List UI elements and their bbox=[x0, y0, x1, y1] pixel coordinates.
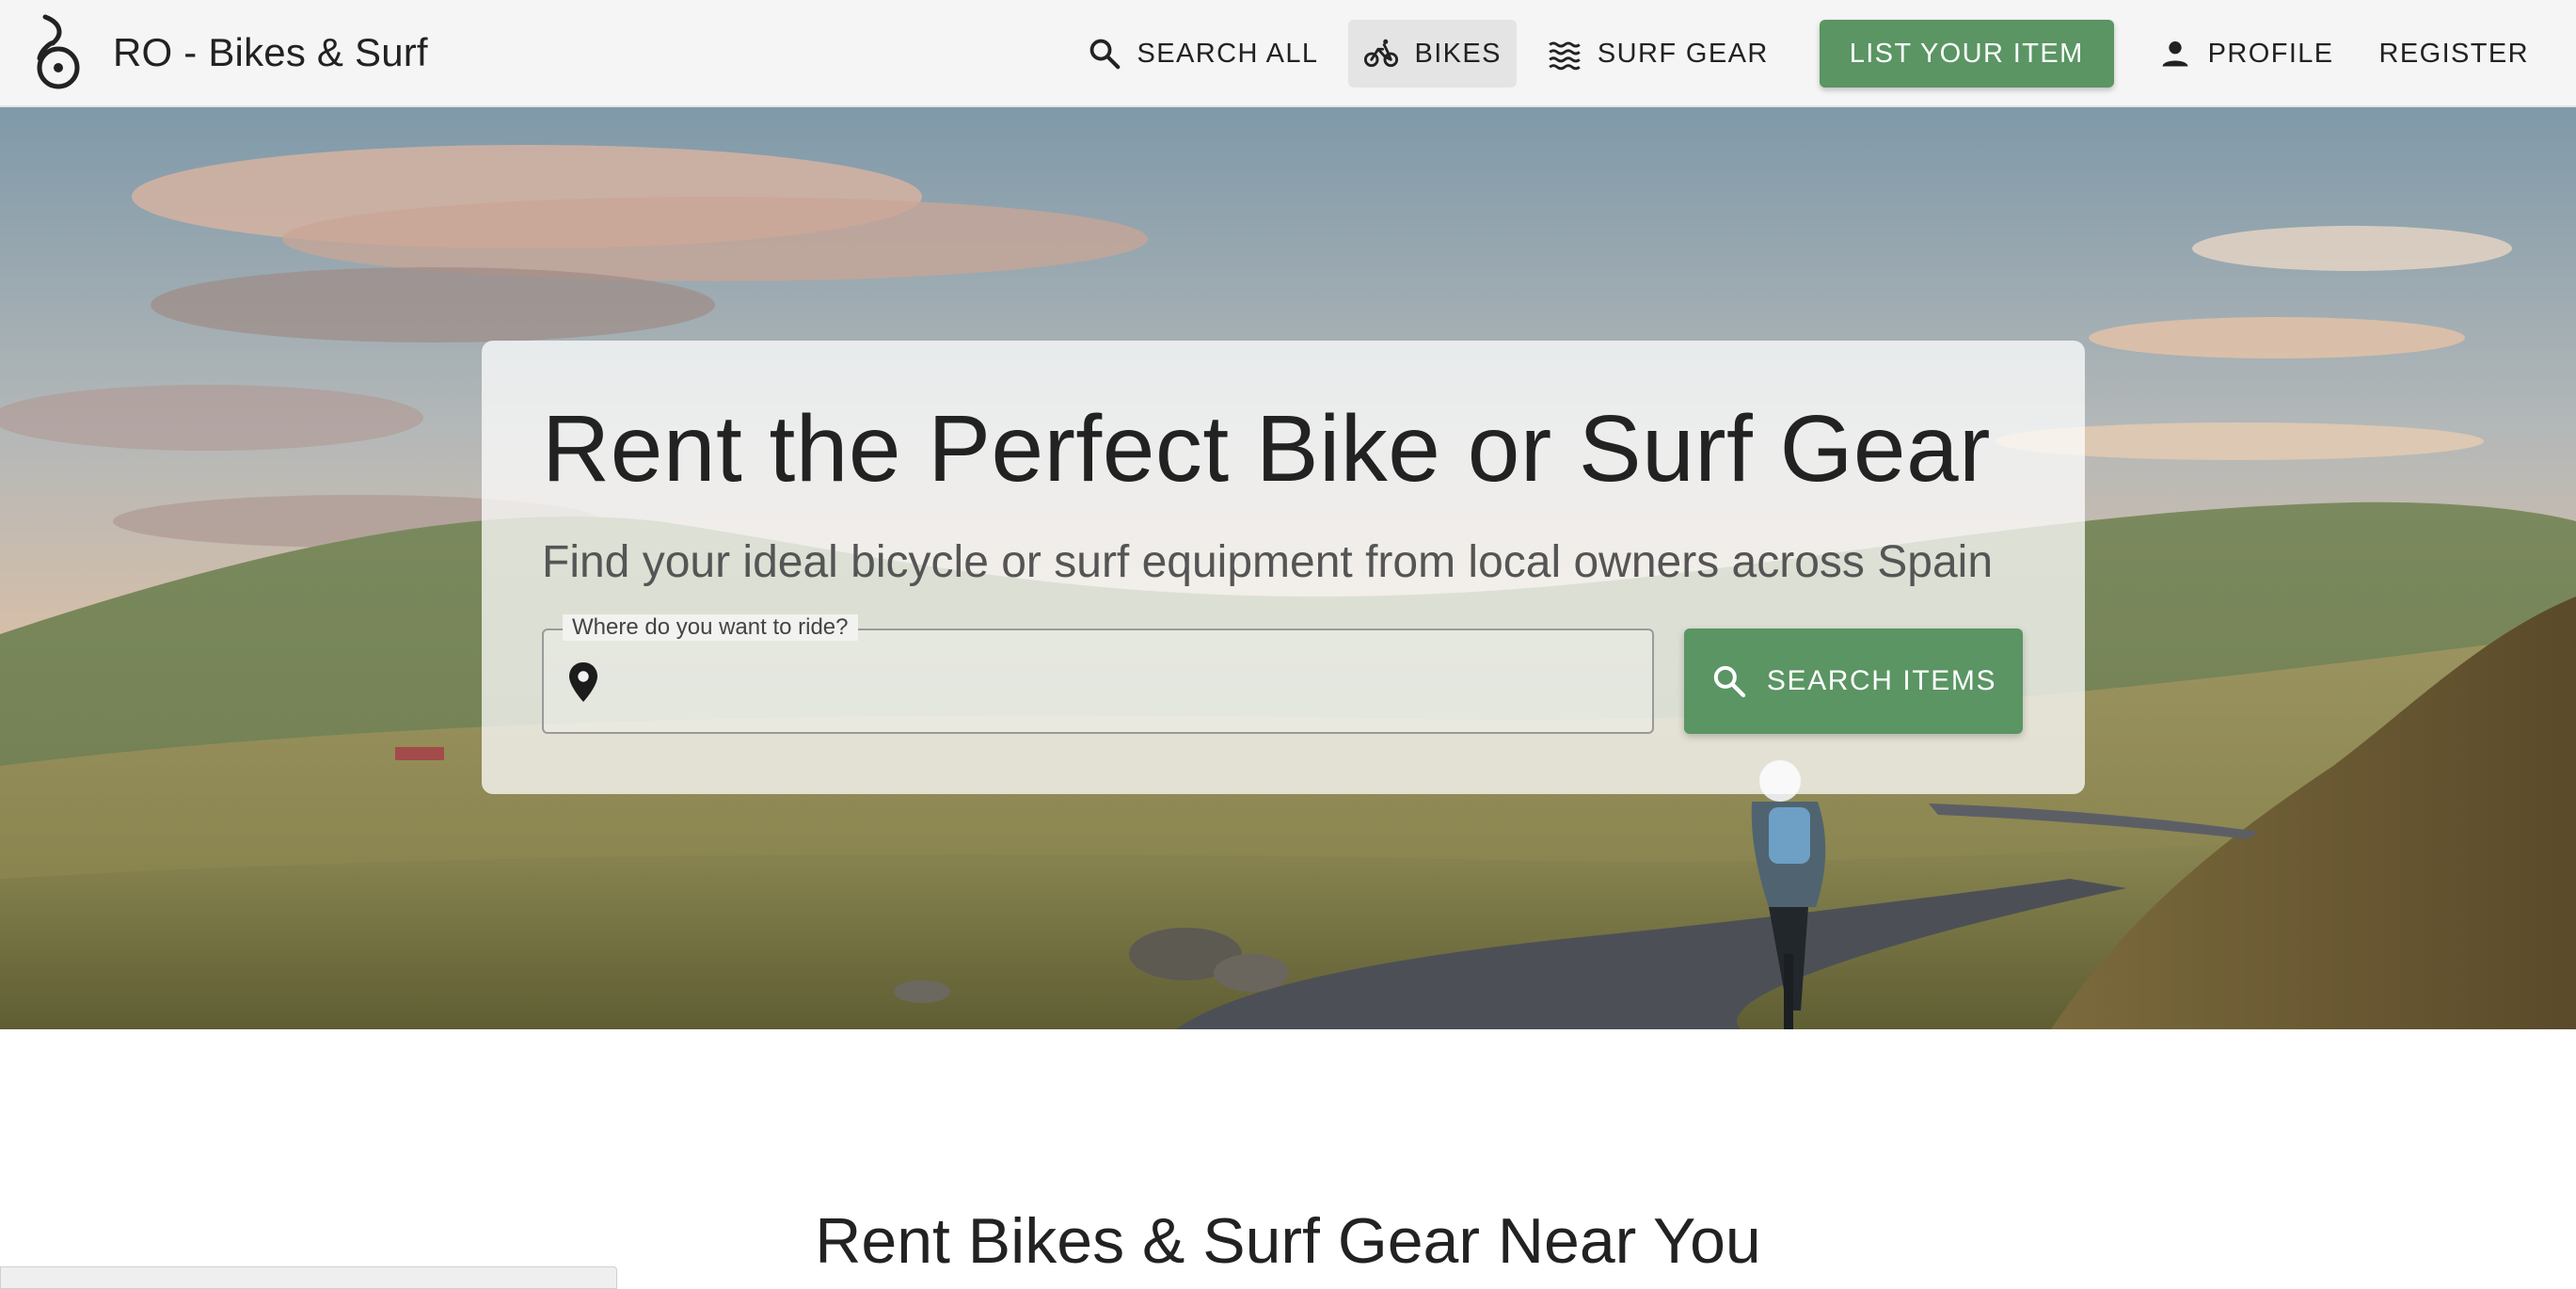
main-nav: Search All Bikes Surf Gear List Your Ite… bbox=[1064, 0, 2576, 107]
nav-profile-button[interactable]: Profile bbox=[2142, 20, 2349, 88]
nav-search-all-button[interactable]: Search All bbox=[1072, 20, 1334, 88]
search-items-label: Search Items bbox=[1766, 665, 1997, 696]
nav-register-button[interactable]: Register bbox=[2364, 20, 2544, 88]
nav-profile-label: Profile bbox=[2207, 38, 2334, 69]
hero-section: Rent the Perfect Bike or Surf Gear Find … bbox=[0, 107, 2576, 1029]
location-pin-icon bbox=[569, 662, 597, 702]
search-icon bbox=[1089, 39, 1120, 70]
search-icon bbox=[1713, 665, 1746, 698]
location-input[interactable] bbox=[623, 630, 1639, 732]
list-your-item-label: List Your Item bbox=[1849, 38, 2084, 69]
app-bar: RO - Bikes & Surf Search All Bikes bbox=[0, 0, 2576, 107]
waves-icon bbox=[1549, 41, 1581, 71]
nav-bikes-label: Bikes bbox=[1414, 38, 1502, 69]
browser-status-bar bbox=[0, 1266, 617, 1289]
nav-register-label: Register bbox=[2378, 38, 2529, 69]
bike-hook-logo-icon bbox=[37, 14, 80, 89]
list-your-item-button[interactable]: List Your Item bbox=[1819, 20, 2114, 88]
nav-search-all-label: Search All bbox=[1137, 38, 1319, 69]
person-icon bbox=[2162, 41, 2188, 67]
hero-title: Rent the Perfect Bike or Surf Gear bbox=[542, 396, 1991, 501]
bicycle-icon bbox=[1364, 39, 1399, 68]
search-items-button[interactable]: Search Items bbox=[1684, 629, 2023, 734]
location-field[interactable]: Where do you want to ride? bbox=[542, 614, 1654, 734]
brand-home-link[interactable]: RO - Bikes & Surf bbox=[32, 0, 428, 105]
hero-subtitle: Find your ideal bicycle or surf equipmen… bbox=[542, 537, 1994, 587]
app-title: RO - Bikes & Surf bbox=[113, 30, 428, 74]
nav-surf-gear-label: Surf Gear bbox=[1597, 38, 1769, 69]
hero-search-card: Rent the Perfect Bike or Surf Gear Find … bbox=[482, 341, 2085, 794]
nav-surf-gear-button[interactable]: Surf Gear bbox=[1532, 20, 1784, 88]
nav-bikes-button[interactable]: Bikes bbox=[1348, 20, 1517, 88]
